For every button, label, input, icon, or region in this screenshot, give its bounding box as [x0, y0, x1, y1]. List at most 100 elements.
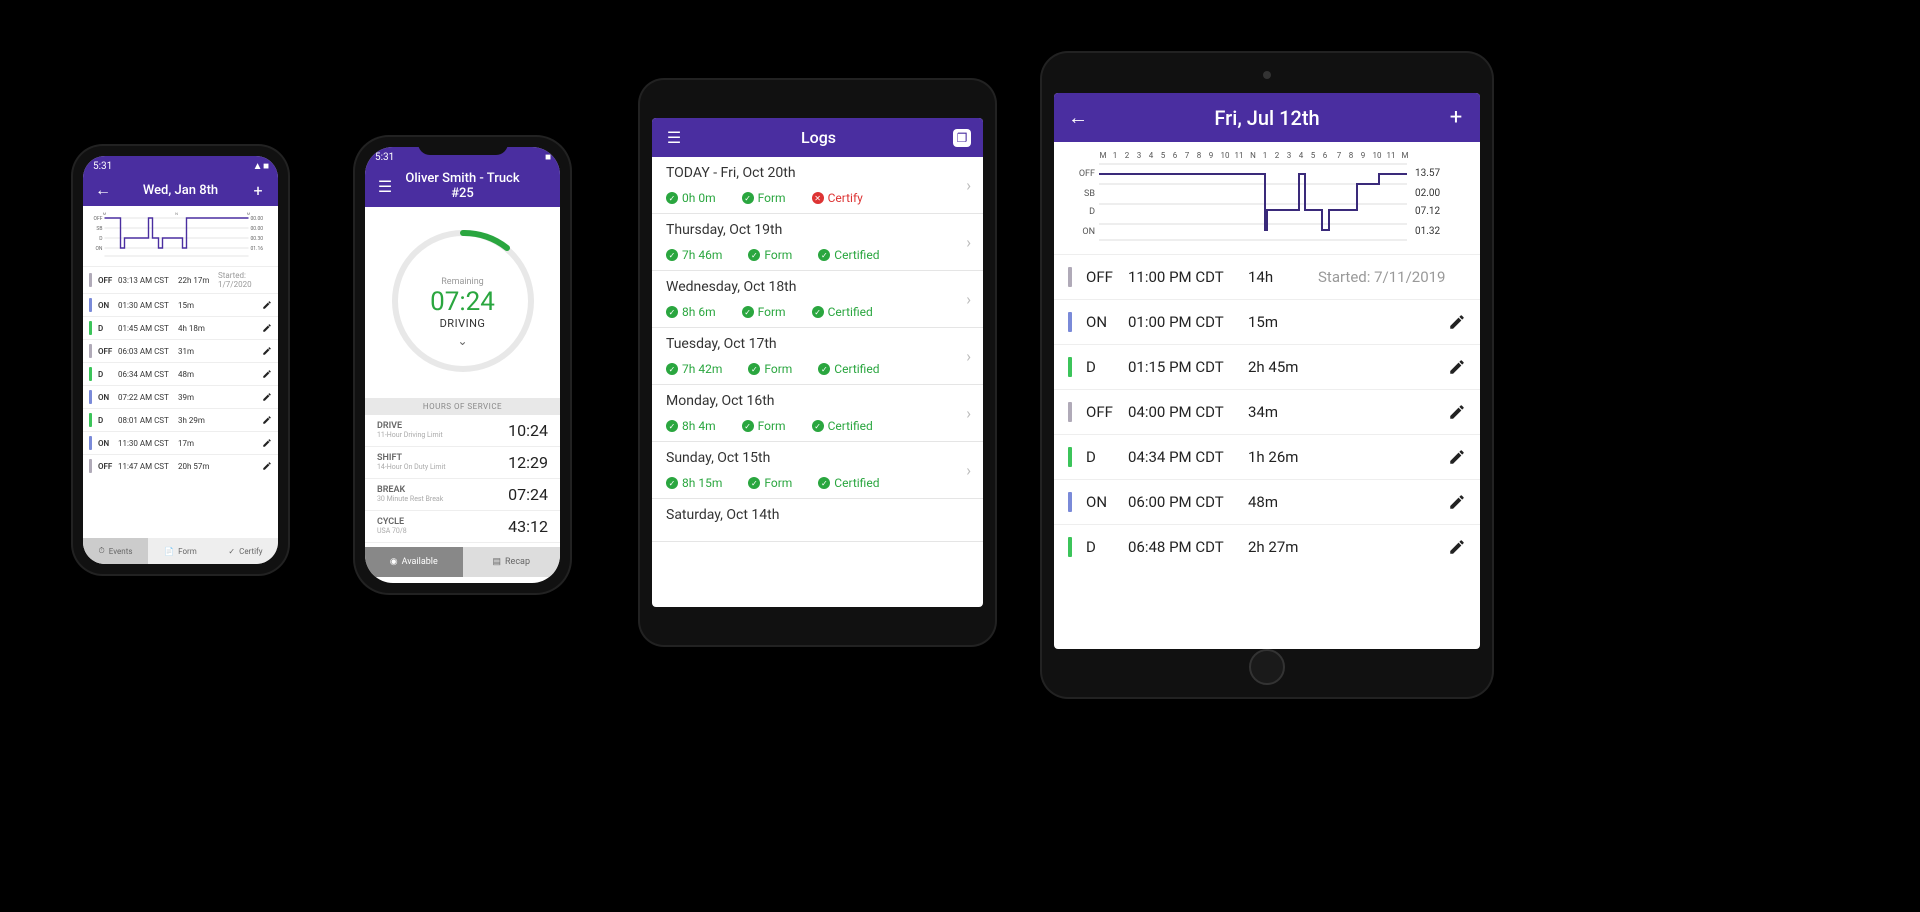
- pencil-icon[interactable]: [1448, 313, 1466, 331]
- status: D: [1086, 538, 1128, 556]
- svg-text:10: 10: [1221, 151, 1230, 160]
- hos-value: 07:24: [508, 485, 548, 504]
- time: 01:15 PM CDT: [1128, 358, 1248, 376]
- event-row[interactable]: ON11:30 AM CST17m: [83, 431, 278, 454]
- pencil-icon[interactable]: [1448, 538, 1466, 556]
- chevron-right-icon: ›: [966, 233, 971, 252]
- event-row[interactable]: D06:34 AM CST48m: [83, 362, 278, 385]
- hours-stat: ✓ 8h 6m: [666, 305, 716, 319]
- pencil-icon[interactable]: [262, 392, 272, 402]
- pencil-icon[interactable]: [262, 323, 272, 333]
- copy-icon[interactable]: ❐: [953, 129, 971, 147]
- event-row[interactable]: OFF11:47 AM CST20h 57m: [83, 454, 278, 477]
- status-bar-indicator: [1068, 402, 1072, 422]
- day-title: Sunday, Oct 15th: [666, 450, 969, 466]
- svg-text:4: 4: [1149, 151, 1154, 160]
- pencil-icon[interactable]: [262, 461, 272, 471]
- check-icon: ✓: [812, 420, 824, 432]
- day-row[interactable]: Wednesday, Oct 18th✓ 8h 6m✓ Form✓ Certif…: [652, 271, 983, 328]
- header: ☰ Logs ❐: [652, 118, 983, 157]
- status-bar-indicator: [89, 367, 92, 381]
- pencil-icon[interactable]: [1448, 403, 1466, 421]
- status: D: [98, 416, 118, 425]
- pencil-icon[interactable]: [262, 438, 272, 448]
- check-icon: ✓: [748, 363, 760, 375]
- pencil-icon[interactable]: [262, 346, 272, 356]
- pencil-icon[interactable]: [1448, 493, 1466, 511]
- svg-text:N: N: [175, 211, 178, 216]
- svg-text:M: M: [247, 211, 251, 216]
- svg-text:01.32: 01.32: [1415, 226, 1440, 237]
- svg-text:D: D: [99, 236, 102, 242]
- event-row[interactable]: OFF06:03 AM CST31m: [83, 339, 278, 362]
- svg-text:7: 7: [1337, 151, 1342, 160]
- pencil-icon[interactable]: [262, 300, 272, 310]
- svg-text:M: M: [103, 211, 107, 216]
- event-row[interactable]: D01:15 PM CDT2h 45m: [1054, 344, 1480, 389]
- back-icon[interactable]: ←: [1068, 105, 1088, 130]
- event-row[interactable]: OFF04:00 PM CDT34m: [1054, 389, 1480, 434]
- event-row[interactable]: OFF11:00 PM CDT14hStarted: 7/11/2019: [1054, 254, 1480, 299]
- event-row[interactable]: D08:01 AM CST3h 29m: [83, 408, 278, 431]
- event-row[interactable]: ON01:00 PM CDT15m: [1054, 299, 1480, 344]
- event-row[interactable]: ON01:30 AM CST15m: [83, 293, 278, 316]
- pencil-icon[interactable]: [1448, 358, 1466, 376]
- back-icon[interactable]: ←: [93, 180, 113, 200]
- event-row[interactable]: OFF03:13 AM CST22h 17mStarted: 1/7/2020: [83, 266, 278, 293]
- event-list: OFF03:13 AM CST22h 17mStarted: 1/7/2020O…: [83, 266, 278, 477]
- day-title: Saturday, Oct 14th: [666, 507, 969, 523]
- form-stat: ✓ Form: [748, 476, 792, 490]
- day-row[interactable]: Tuesday, Oct 17th✓ 7h 42m✓ Form✓ Certifi…: [652, 328, 983, 385]
- event-row[interactable]: D06:48 PM CDT2h 27m: [1054, 524, 1480, 569]
- svg-text:00.30: 00.30: [251, 236, 264, 242]
- header: ← Fri, Jul 12th +: [1054, 93, 1480, 142]
- tab-recap[interactable]: ▤Recap: [463, 547, 561, 577]
- hos-row: CYCLEUSA 70/843:12: [365, 511, 560, 543]
- time: 06:00 PM CDT: [1128, 493, 1248, 511]
- day-row[interactable]: Saturday, Oct 14th: [652, 499, 983, 542]
- tab-events[interactable]: ⏱Events: [83, 538, 148, 564]
- hos-label: SHIFT: [377, 453, 446, 463]
- day-row[interactable]: Monday, Oct 16th✓ 8h 4m✓ Form✓ Certified…: [652, 385, 983, 442]
- bottom-tabs: ⏱Events 📄Form ✓Certify: [83, 538, 278, 564]
- x-icon: ✕: [812, 192, 824, 204]
- menu-icon[interactable]: ☰: [664, 128, 684, 147]
- pencil-icon[interactable]: [1448, 448, 1466, 466]
- event-row[interactable]: D01:45 AM CST4h 18m: [83, 316, 278, 339]
- svg-text:7: 7: [1185, 151, 1190, 160]
- hos-value: 43:12: [508, 517, 548, 536]
- menu-icon[interactable]: ☰: [375, 177, 395, 196]
- status-bar-indicator: [89, 436, 92, 450]
- check-icon: ✓: [748, 477, 760, 489]
- svg-text:6: 6: [1173, 151, 1178, 160]
- form-stat: ✓ Form: [748, 362, 792, 376]
- pencil-icon[interactable]: [262, 369, 272, 379]
- hours-stat: ✓ 7h 46m: [666, 248, 722, 262]
- pencil-icon[interactable]: [262, 415, 272, 425]
- day-row[interactable]: Thursday, Oct 19th✓ 7h 46m✓ Form✓ Certif…: [652, 214, 983, 271]
- event-row[interactable]: D04:34 PM CDT1h 26m: [1054, 434, 1480, 479]
- status: OFF: [98, 462, 118, 471]
- add-icon[interactable]: +: [248, 181, 268, 200]
- time: 06:34 AM CST: [118, 370, 178, 379]
- day-row[interactable]: TODAY - Fri, Oct 20th✓ 0h 0m✓ Form✕ Cert…: [652, 157, 983, 214]
- day-title: Tuesday, Oct 17th: [666, 336, 969, 352]
- event-row[interactable]: ON06:00 PM CDT48m: [1054, 479, 1480, 524]
- time: 04:34 PM CDT: [1128, 448, 1248, 466]
- tab-form[interactable]: 📄Form: [148, 538, 213, 564]
- tab-certify[interactable]: ✓Certify: [213, 538, 278, 564]
- status-bar-indicator: [89, 298, 92, 312]
- hos-label: DRIVE: [377, 421, 443, 431]
- status-bar: 5:31 ▲ ■: [83, 156, 278, 174]
- day-row[interactable]: Sunday, Oct 15th✓ 8h 15m✓ Form✓ Certifie…: [652, 442, 983, 499]
- form-stat: ✓ Form: [742, 419, 786, 433]
- home-button[interactable]: [1249, 649, 1285, 685]
- status: D: [98, 324, 118, 333]
- tab-available[interactable]: ◉Available: [365, 547, 463, 577]
- check-icon: ✓: [742, 192, 754, 204]
- svg-text:01.16: 01.16: [251, 246, 264, 252]
- remaining-gauge[interactable]: Remaining 07:24 DRIVING ⌄: [365, 207, 560, 398]
- hos-value: 12:29: [508, 453, 548, 472]
- add-icon[interactable]: +: [1446, 105, 1466, 130]
- event-row[interactable]: ON07:22 AM CST39m: [83, 385, 278, 408]
